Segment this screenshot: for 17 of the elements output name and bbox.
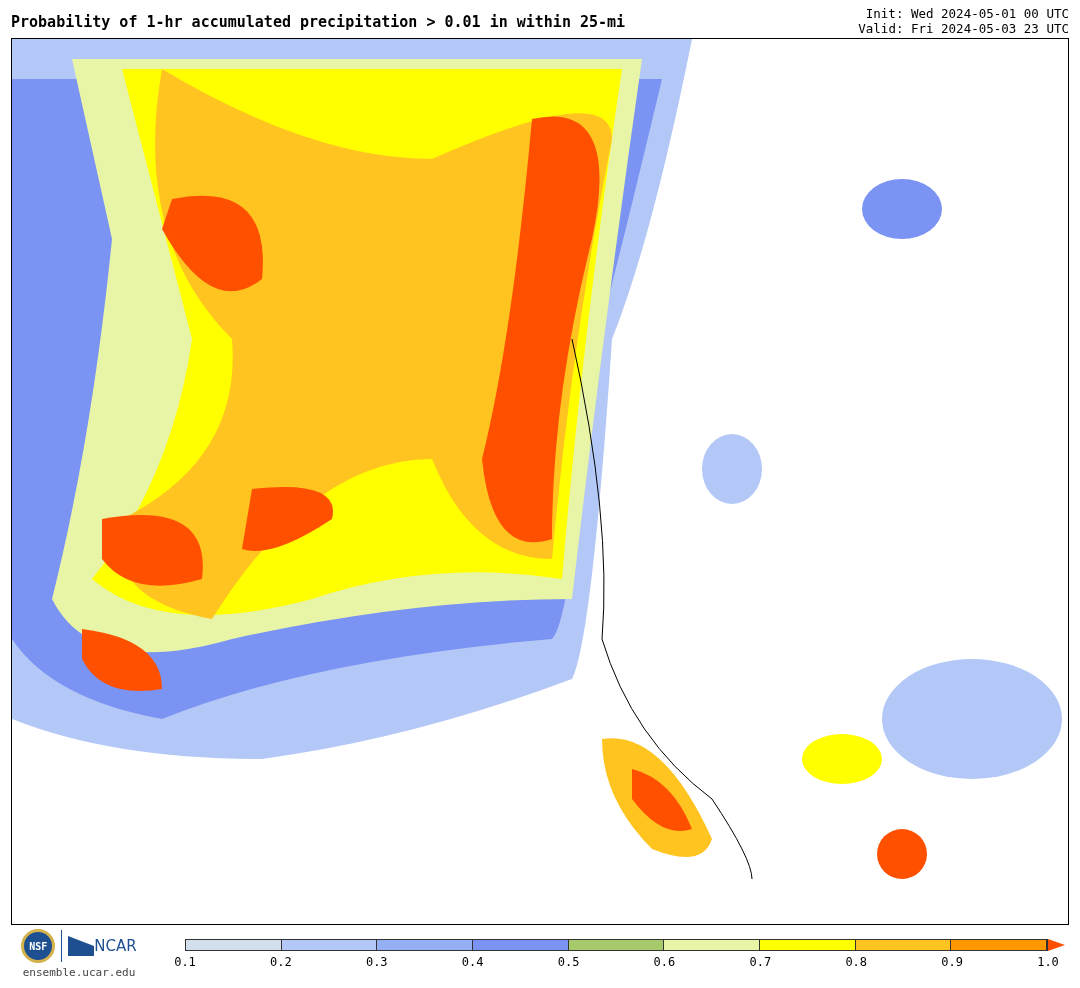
site-url: ensemble.ucar.edu: [22, 965, 136, 981]
valid-time: Valid: Fri 2024-05-03 23 UTC: [858, 21, 1069, 36]
tick-label: 1.0: [1037, 954, 1059, 971]
tick-label: 0.7: [749, 954, 772, 971]
tick-label: 0.5: [557, 954, 580, 971]
tick-label: 0.9: [941, 954, 963, 971]
init-time: Init: Wed 2024-05-01 00 UTC: [865, 6, 1069, 21]
tick-label: 0.2: [270, 954, 292, 971]
chart-title: Probability of 1-hr accumulated precipitation > 0.01 in within 25-mi: [11, 12, 626, 32]
tick-label: 0.8: [845, 954, 868, 971]
nsf-logo: NSF: [21, 929, 56, 963]
ncar-logo-icon: [68, 936, 95, 956]
tick-label: 0.6: [653, 954, 676, 971]
tick-label: 0.1: [174, 954, 196, 971]
tick-label: 0.3: [365, 954, 388, 971]
ncar-logo: NCAR: [94, 935, 137, 957]
tick-label: 0.4: [461, 954, 484, 971]
